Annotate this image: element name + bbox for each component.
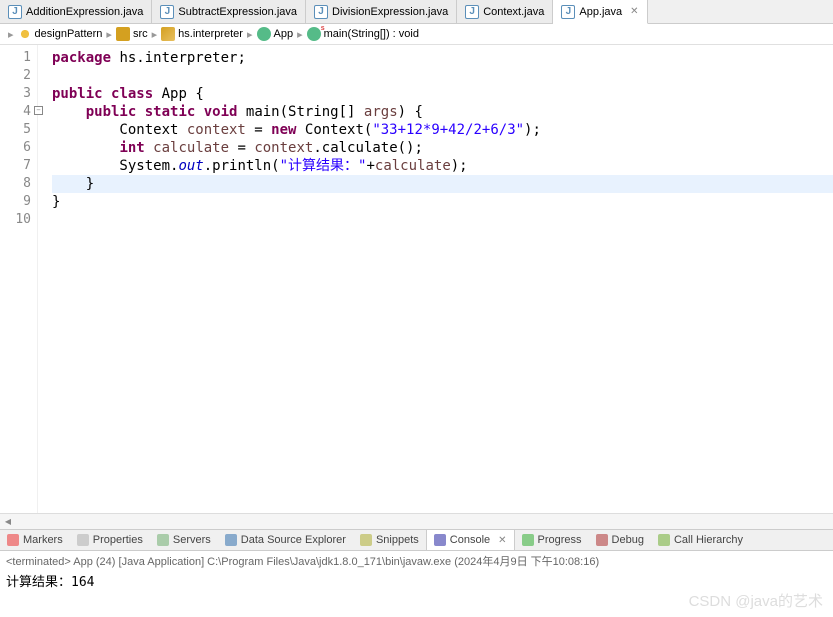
breadcrumb-class[interactable]: App	[257, 27, 294, 41]
tab-progress[interactable]: Progress	[515, 530, 589, 550]
tab-servers[interactable]: Servers	[150, 530, 218, 550]
java-file-icon	[314, 5, 328, 19]
code-line: }	[52, 193, 833, 211]
close-icon[interactable]: ✕	[630, 6, 638, 17]
chevron-right-icon: ▸	[247, 28, 253, 41]
code-line: Context context = new Context("33+12*9+4…	[52, 121, 833, 139]
code-line	[52, 211, 833, 229]
snippets-icon	[360, 534, 372, 546]
chevron-right-icon: ▸	[106, 28, 112, 41]
chevron-right-icon: ▸	[8, 28, 14, 41]
package-icon	[161, 27, 175, 41]
breadcrumb-src[interactable]: src	[116, 27, 148, 41]
tab-app[interactable]: App.java✕	[553, 0, 647, 24]
code-line	[52, 67, 833, 85]
console-panel: <terminated> App (24) [Java Application]…	[0, 551, 833, 609]
datasource-icon	[225, 534, 237, 546]
code-line: public class App {	[52, 85, 833, 103]
method-icon	[307, 27, 321, 41]
breadcrumb-project[interactable]: designPattern	[18, 27, 103, 41]
editor-tab-bar: AdditionExpression.java SubtractExpressi…	[0, 0, 833, 24]
tab-call-hierarchy[interactable]: Call Hierarchy	[651, 530, 750, 550]
editor: 1 2 3 4− 5 6 7 8 9 10 package hs.interpr…	[0, 45, 833, 513]
tab-debug[interactable]: Debug	[589, 530, 651, 550]
breadcrumb: ▸ designPattern ▸ src ▸ hs.interpreter ▸…	[0, 24, 833, 45]
tab-division[interactable]: DivisionExpression.java	[306, 0, 457, 23]
console-output: 计算结果：164	[6, 571, 827, 590]
tab-addition[interactable]: AdditionExpression.java	[0, 0, 152, 23]
properties-icon	[77, 534, 89, 546]
tab-context[interactable]: Context.java	[457, 0, 553, 23]
tab-subtract[interactable]: SubtractExpression.java	[152, 0, 306, 23]
tab-properties[interactable]: Properties	[70, 530, 150, 550]
code-line: package hs.interpreter;	[52, 49, 833, 67]
console-status: <terminated> App (24) [Java Application]…	[6, 553, 827, 569]
code-area[interactable]: package hs.interpreter; public class App…	[38, 45, 833, 513]
java-file-icon	[465, 5, 479, 19]
project-icon	[18, 27, 32, 41]
servers-icon	[157, 534, 169, 546]
class-icon	[257, 27, 271, 41]
debug-icon	[596, 534, 608, 546]
tab-markers[interactable]: Markers	[0, 530, 70, 550]
tab-snippets[interactable]: Snippets	[353, 530, 426, 550]
progress-icon	[522, 534, 534, 546]
java-file-icon	[8, 5, 22, 19]
code-line: public static void main(String[] args) {	[52, 103, 833, 121]
java-file-icon	[160, 5, 174, 19]
java-file-icon	[561, 5, 575, 19]
breadcrumb-package[interactable]: hs.interpreter	[161, 27, 243, 41]
code-line: }	[52, 175, 833, 193]
code-line: int calculate = context.calculate();	[52, 139, 833, 157]
code-line: System.out.println("计算结果："+calculate);	[52, 157, 833, 175]
bottom-panel-tabs: Markers Properties Servers Data Source E…	[0, 529, 833, 551]
close-icon[interactable]: ✕	[498, 535, 506, 546]
console-icon	[434, 534, 446, 546]
chevron-right-icon: ▸	[297, 28, 303, 41]
breadcrumb-method[interactable]: main(String[]) : void	[307, 27, 419, 41]
chevron-right-icon: ▸	[152, 28, 158, 41]
markers-icon	[7, 534, 19, 546]
tab-console[interactable]: Console✕	[426, 530, 515, 550]
line-gutter: 1 2 3 4− 5 6 7 8 9 10	[0, 45, 38, 513]
call-hierarchy-icon	[658, 534, 670, 546]
scroll-left-icon[interactable]: ◀	[0, 514, 16, 530]
tab-data-source[interactable]: Data Source Explorer	[218, 530, 353, 550]
source-folder-icon	[116, 27, 130, 41]
horizontal-scrollbar[interactable]: ◀	[0, 513, 833, 529]
